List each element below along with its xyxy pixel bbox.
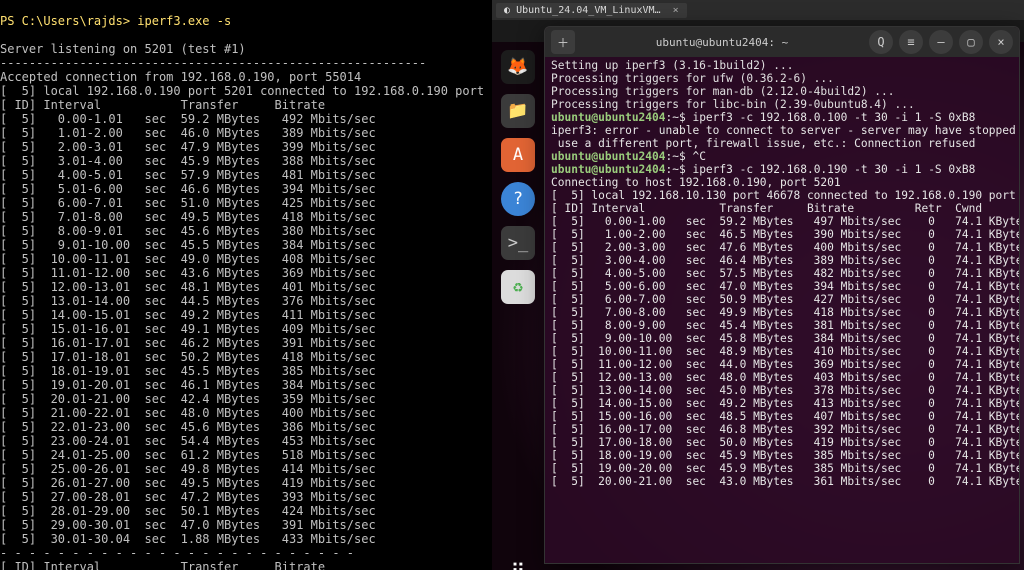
menu-button[interactable]: ≡ (899, 30, 923, 54)
col-header: [ ID] Interval Transfer Bitrate Retr Cwn… (551, 202, 982, 215)
vm-tab-bar: ◐ Ubuntu_24.04_VM_LinuxVM… × (492, 0, 1024, 20)
show-apps-icon[interactable]: ⠿ (501, 554, 535, 570)
gnome-dock: 🦊 📁 A ? >_ ♻ ⠿ (498, 46, 538, 570)
vm-tab[interactable]: ◐ Ubuntu_24.04_VM_LinuxVM… × (496, 3, 687, 18)
iperf-error: iperf3: error - unable to connect to ser… (551, 124, 1019, 150)
new-tab-button[interactable]: ＋ (551, 30, 575, 54)
prompt-3: ubuntu@ubuntu2404 (551, 163, 666, 176)
search-button[interactable]: Q (869, 30, 893, 54)
apt-output: Setting up iperf3 (3.16-1build2) ... Pro… (551, 59, 915, 111)
help-icon[interactable]: ? (501, 182, 535, 216)
prompt-2: ubuntu@ubuntu2404 (551, 150, 666, 163)
ubuntu-logo-icon: ◐ (504, 5, 510, 16)
prompt-1: ubuntu@ubuntu2404 (551, 111, 666, 124)
software-store-icon[interactable]: A (501, 138, 535, 172)
cmd-3: :~$ iperf3 -c 192.168.0.190 -t 30 -i 1 -… (666, 163, 976, 176)
vm-tab-label: Ubuntu_24.04_VM_LinuxVM… (516, 5, 661, 16)
terminal-title: ubuntu@ubuntu2404: ~ (581, 36, 863, 49)
tab-close-icon[interactable]: × (673, 5, 679, 16)
cmd-2: :~$ ^C (666, 150, 706, 163)
firefox-icon[interactable]: 🦊 (501, 50, 535, 84)
conn-line: Connecting to host 192.168.0.190, port 5… (551, 176, 841, 189)
terminal-body[interactable]: Setting up iperf3 (3.16-1build2) ... Pro… (545, 57, 1019, 563)
ps-output: Accepted connection from 192.168.0.190, … (0, 70, 484, 570)
ps-prompt: PS C:\Users\rajds> iperf3.exe -s (0, 14, 231, 28)
terminal-header[interactable]: ＋ ubuntu@ubuntu2404: ~ Q ≡ – ▢ × (545, 27, 1019, 57)
powershell-terminal[interactable]: PS C:\Users\rajds> iperf3.exe -s Server … (0, 0, 492, 570)
files-icon[interactable]: 📁 (501, 94, 535, 128)
gnome-terminal-window: ＋ ubuntu@ubuntu2404: ~ Q ≡ – ▢ × Setting… (544, 26, 1020, 564)
close-button[interactable]: × (989, 30, 1013, 54)
local-line: [ 5] local 192.168.10.130 port 46678 con… (551, 189, 1019, 202)
minimize-button[interactable]: – (929, 30, 953, 54)
iperf-rows: [ 5] 0.00-1.00 sec 59.2 MBytes 497 Mbits… (551, 215, 1019, 488)
ubuntu-desktop: ◐ Ubuntu_24.04_VM_LinuxVM… × Feb 20 10:2… (492, 0, 1024, 570)
trash-icon[interactable]: ♻ (501, 270, 535, 304)
server-listen-line: Server listening on 5201 (test #1) (0, 42, 246, 56)
cmd-1: :~$ iperf3 -c 192.168.0.100 -t 30 -i 1 -… (666, 111, 976, 124)
maximize-button[interactable]: ▢ (959, 30, 983, 54)
terminal-icon[interactable]: >_ (501, 226, 535, 260)
